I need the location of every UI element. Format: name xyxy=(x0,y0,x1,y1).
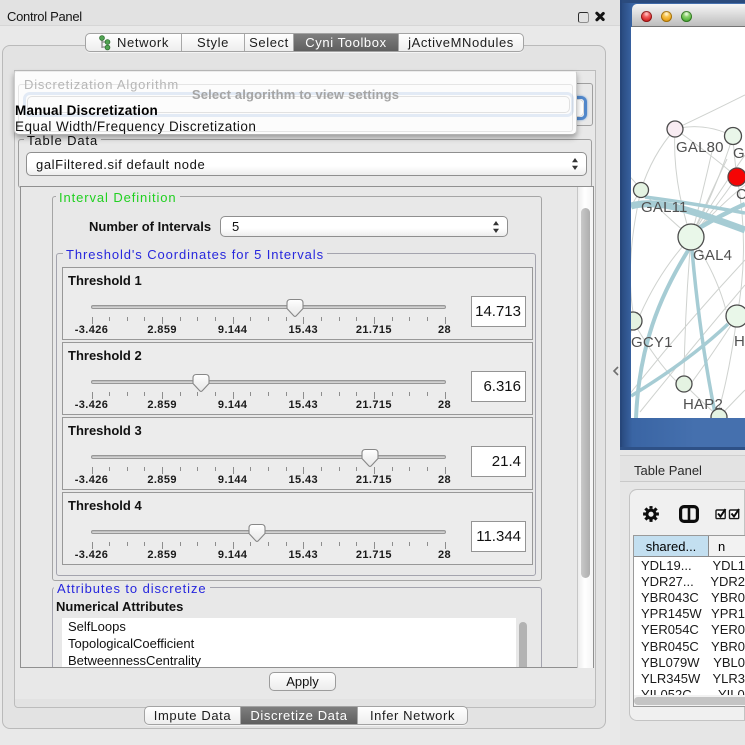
svg-text:GCY1: GCY1 xyxy=(631,334,673,351)
svg-text:CY: CY xyxy=(736,186,745,203)
svg-text:GAL11: GAL11 xyxy=(641,199,688,216)
svg-text:GAL4: GAL4 xyxy=(693,247,732,264)
svg-text:GAL80: GAL80 xyxy=(676,139,724,156)
svg-text:GA: GA xyxy=(733,145,745,162)
svg-text:HA: HA xyxy=(734,333,745,350)
svg-text:HAP2: HAP2 xyxy=(683,396,723,413)
